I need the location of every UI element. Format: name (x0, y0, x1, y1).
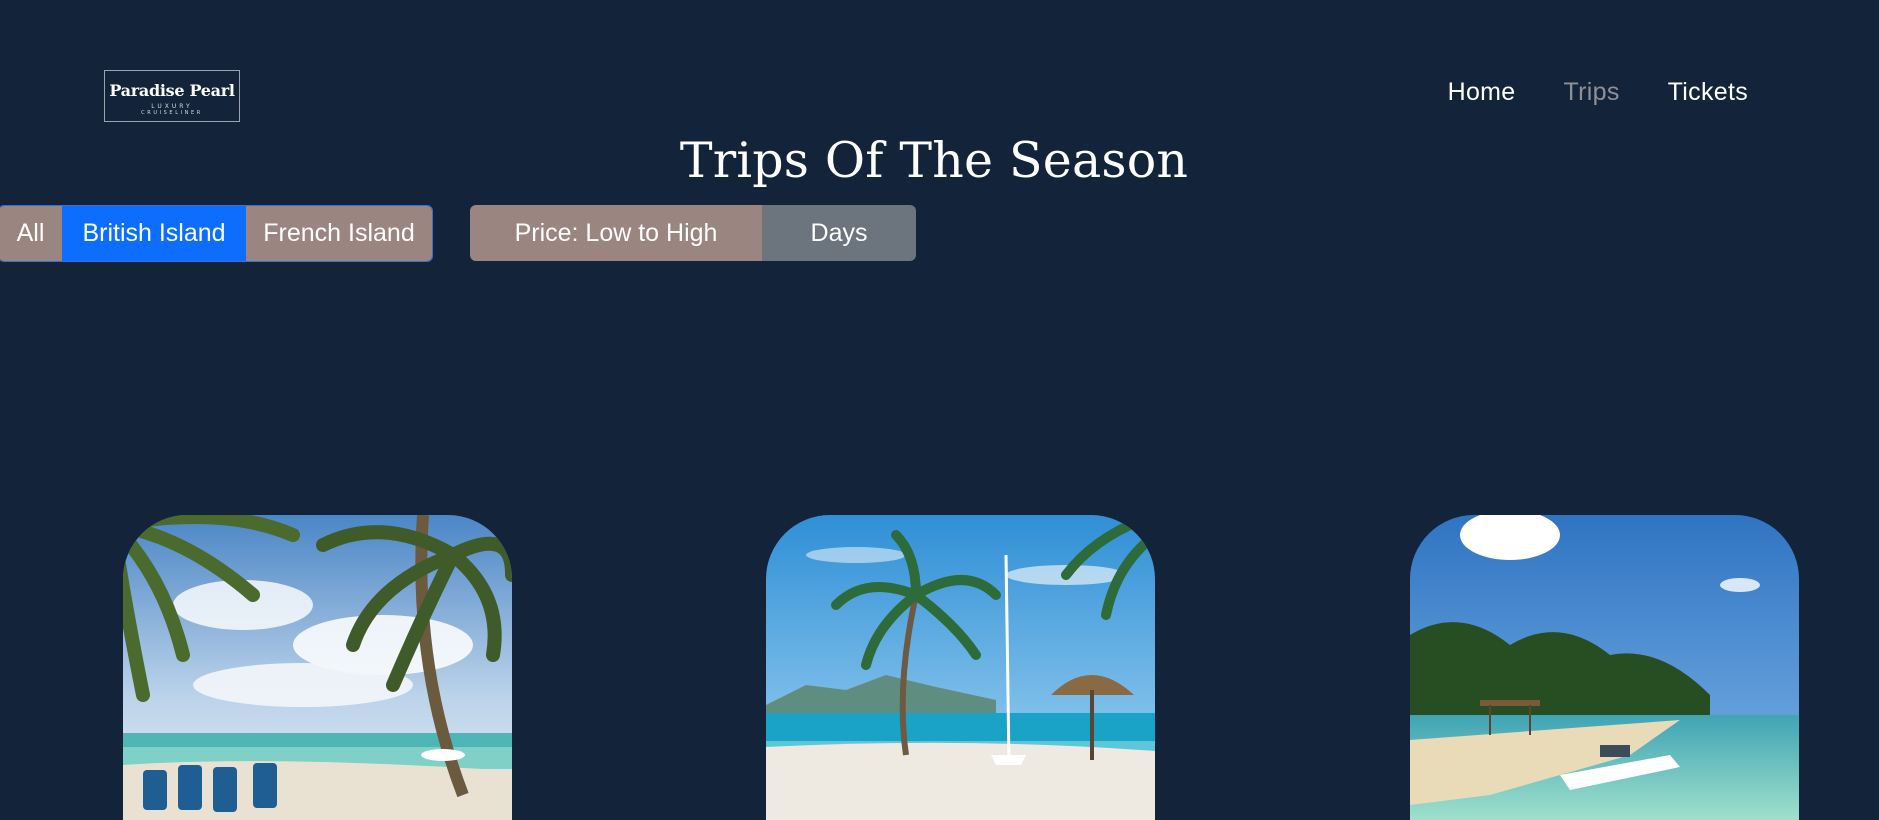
nav-tickets[interactable]: Tickets (1668, 78, 1748, 107)
trip-card-image-3[interactable] (1410, 515, 1799, 820)
brand-name: Paradise Pearl (109, 81, 235, 100)
nav-home[interactable]: Home (1448, 78, 1516, 107)
brand-tagline-2: CRUISELINER (141, 110, 203, 116)
tropical-beach-boat-image (1410, 515, 1799, 820)
filter-all-button[interactable]: All (0, 206, 62, 261)
nav-trips[interactable]: Trips (1564, 78, 1620, 107)
sort-group: Price: Low to High Days (470, 205, 916, 261)
filter-french-island-button[interactable]: French Island (246, 206, 432, 261)
palm-beach-chairs-image (123, 515, 512, 820)
sort-days-button[interactable]: Days (762, 205, 916, 261)
brand-logo[interactable]: Paradise Pearl LUXURY CRUISELINER (104, 70, 240, 122)
main-nav: Home Trips Tickets (1448, 78, 1748, 107)
brand-tagline: LUXURY (151, 103, 193, 110)
palm-beach-umbrella-image (766, 515, 1155, 820)
trip-card-image-2[interactable] (766, 515, 1155, 820)
filter-british-island-button[interactable]: British Island (62, 206, 246, 261)
page: Paradise Pearl LUXURY CRUISELINER Home T… (0, 0, 1879, 820)
island-filter-group: All British Island French Island (0, 205, 433, 262)
trip-card-image-1[interactable] (123, 515, 512, 820)
page-title: Trips Of The Season (679, 132, 1189, 189)
sort-price-button[interactable]: Price: Low to High (470, 205, 762, 261)
